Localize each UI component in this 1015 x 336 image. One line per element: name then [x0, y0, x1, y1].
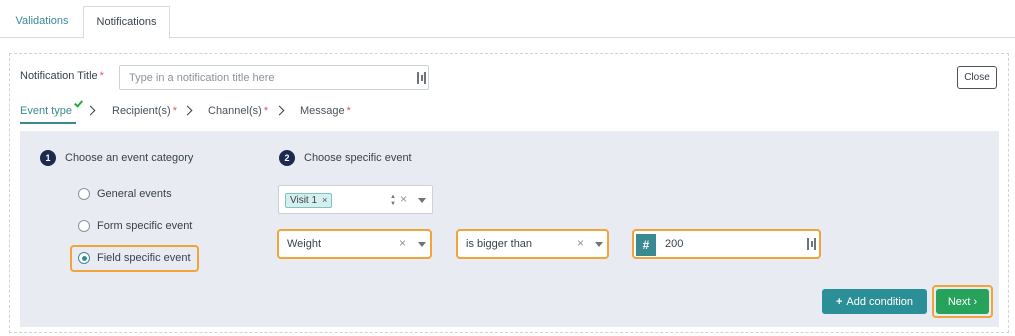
notification-title-label: Notification Title *: [20, 70, 104, 82]
chevron-down-icon[interactable]: ▼: [390, 201, 396, 207]
notification-title-input[interactable]: [129, 70, 409, 86]
tab-notifications[interactable]: Notifications: [83, 6, 170, 39]
dropdown-caret-icon[interactable]: [418, 198, 426, 203]
visit-tag: Visit 1 ×: [285, 193, 333, 208]
radio-label-general-events[interactable]: General events: [97, 188, 172, 200]
event-category-heading: Choose an event category: [65, 152, 194, 164]
field-select-value: Weight: [287, 238, 322, 250]
next-button[interactable]: Next ›: [936, 289, 989, 314]
clear-icon[interactable]: ×: [400, 192, 407, 206]
value-input[interactable]: 200: [632, 229, 821, 259]
radio-label-field-specific-event[interactable]: Field specific event: [97, 252, 191, 264]
visit-tag-label: Visit 1: [290, 195, 318, 206]
text-format-icon: [807, 238, 817, 250]
add-condition-button[interactable]: + Add condition: [822, 289, 927, 314]
step-recipients-label: Recipient(s): [112, 105, 171, 117]
dropdown-caret-icon[interactable]: [418, 242, 426, 247]
notification-title-label-text: Notification Title: [20, 70, 98, 82]
required-mark: *: [263, 105, 269, 117]
value-input-text[interactable]: 200: [665, 238, 683, 250]
close-button[interactable]: Close: [957, 66, 997, 89]
field-select[interactable]: Weight ×: [277, 229, 432, 259]
required-mark: *: [172, 105, 177, 117]
clear-icon[interactable]: ×: [577, 236, 584, 250]
tab-validations[interactable]: Validations: [0, 6, 84, 39]
required-mark: *: [346, 105, 351, 117]
radio-form-specific-event[interactable]: [78, 220, 90, 232]
tab-bar: Validations Notifications: [0, 0, 1015, 39]
step-event-type[interactable]: Event type: [20, 105, 72, 117]
radio-general-events[interactable]: [78, 188, 90, 200]
chevron-up-icon[interactable]: ▲: [390, 194, 396, 200]
notification-title-field[interactable]: [119, 65, 429, 90]
text-format-icon: [417, 72, 427, 84]
number-type-icon: #: [636, 234, 656, 256]
remove-tag-icon[interactable]: ×: [322, 195, 327, 205]
chevron-right-icon: ›: [973, 295, 978, 308]
add-condition-label: Add condition: [846, 295, 914, 308]
step-number-badge: 2: [279, 150, 295, 166]
operator-select-value: is bigger than: [466, 238, 533, 250]
next-button-label: Next: [947, 295, 971, 308]
specific-event-heading: Choose specific event: [304, 152, 412, 164]
step-channels[interactable]: Channel(s) *: [208, 105, 268, 117]
step-recipients[interactable]: Recipient(s) *: [112, 105, 177, 117]
radio-label-form-specific-event[interactable]: Form specific event: [97, 220, 192, 232]
operator-select[interactable]: is bigger than ×: [456, 229, 609, 259]
step-number-badge: 1: [40, 150, 56, 166]
required-mark: *: [99, 70, 104, 82]
step-channels-label: Channel(s): [208, 105, 262, 117]
radio-field-specific-event[interactable]: [78, 252, 90, 264]
step-message-label: Message: [300, 105, 345, 117]
dropdown-caret-icon[interactable]: [595, 242, 603, 247]
clear-icon[interactable]: ×: [399, 236, 406, 250]
step-message[interactable]: Message *: [300, 105, 351, 117]
visit-select[interactable]: Visit 1 × ▲ ▼ ×: [278, 185, 433, 214]
plus-icon: +: [835, 295, 843, 308]
check-icon: [74, 100, 84, 108]
active-step-underline: [20, 122, 76, 124]
